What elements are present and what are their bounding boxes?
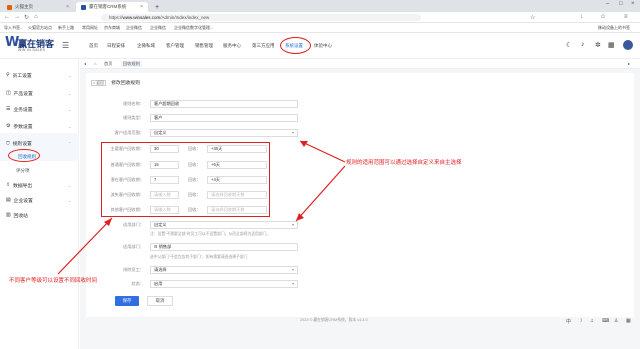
ime-icon[interactable]: 中 — [566, 318, 571, 325]
footer-copyright: 2023 © 赢在销客CRM系统，版本 v4.3.0 — [300, 318, 368, 322]
annotation-arrow-range — [299, 140, 346, 163]
annotation-arrows — [57, 140, 346, 275]
annotation-arrow-days — [57, 217, 113, 275]
annotation-days-note: 不同客户等级可以设置不同回收时间 — [9, 278, 98, 284]
moon-icon[interactable]: ☽ — [578, 318, 582, 324]
annotation-arrow-applies — [295, 165, 346, 222]
keyboard-icon[interactable]: ⌨ — [602, 318, 609, 324]
grid-icon[interactable]: ▦ — [626, 318, 631, 324]
mic-icon[interactable]: ♫ — [590, 318, 594, 324]
annotation-range-note: 规则的适用范围可以通过选择自定义来自主选择 — [346, 160, 462, 166]
shirt-icon[interactable]: ♙ — [614, 318, 618, 324]
